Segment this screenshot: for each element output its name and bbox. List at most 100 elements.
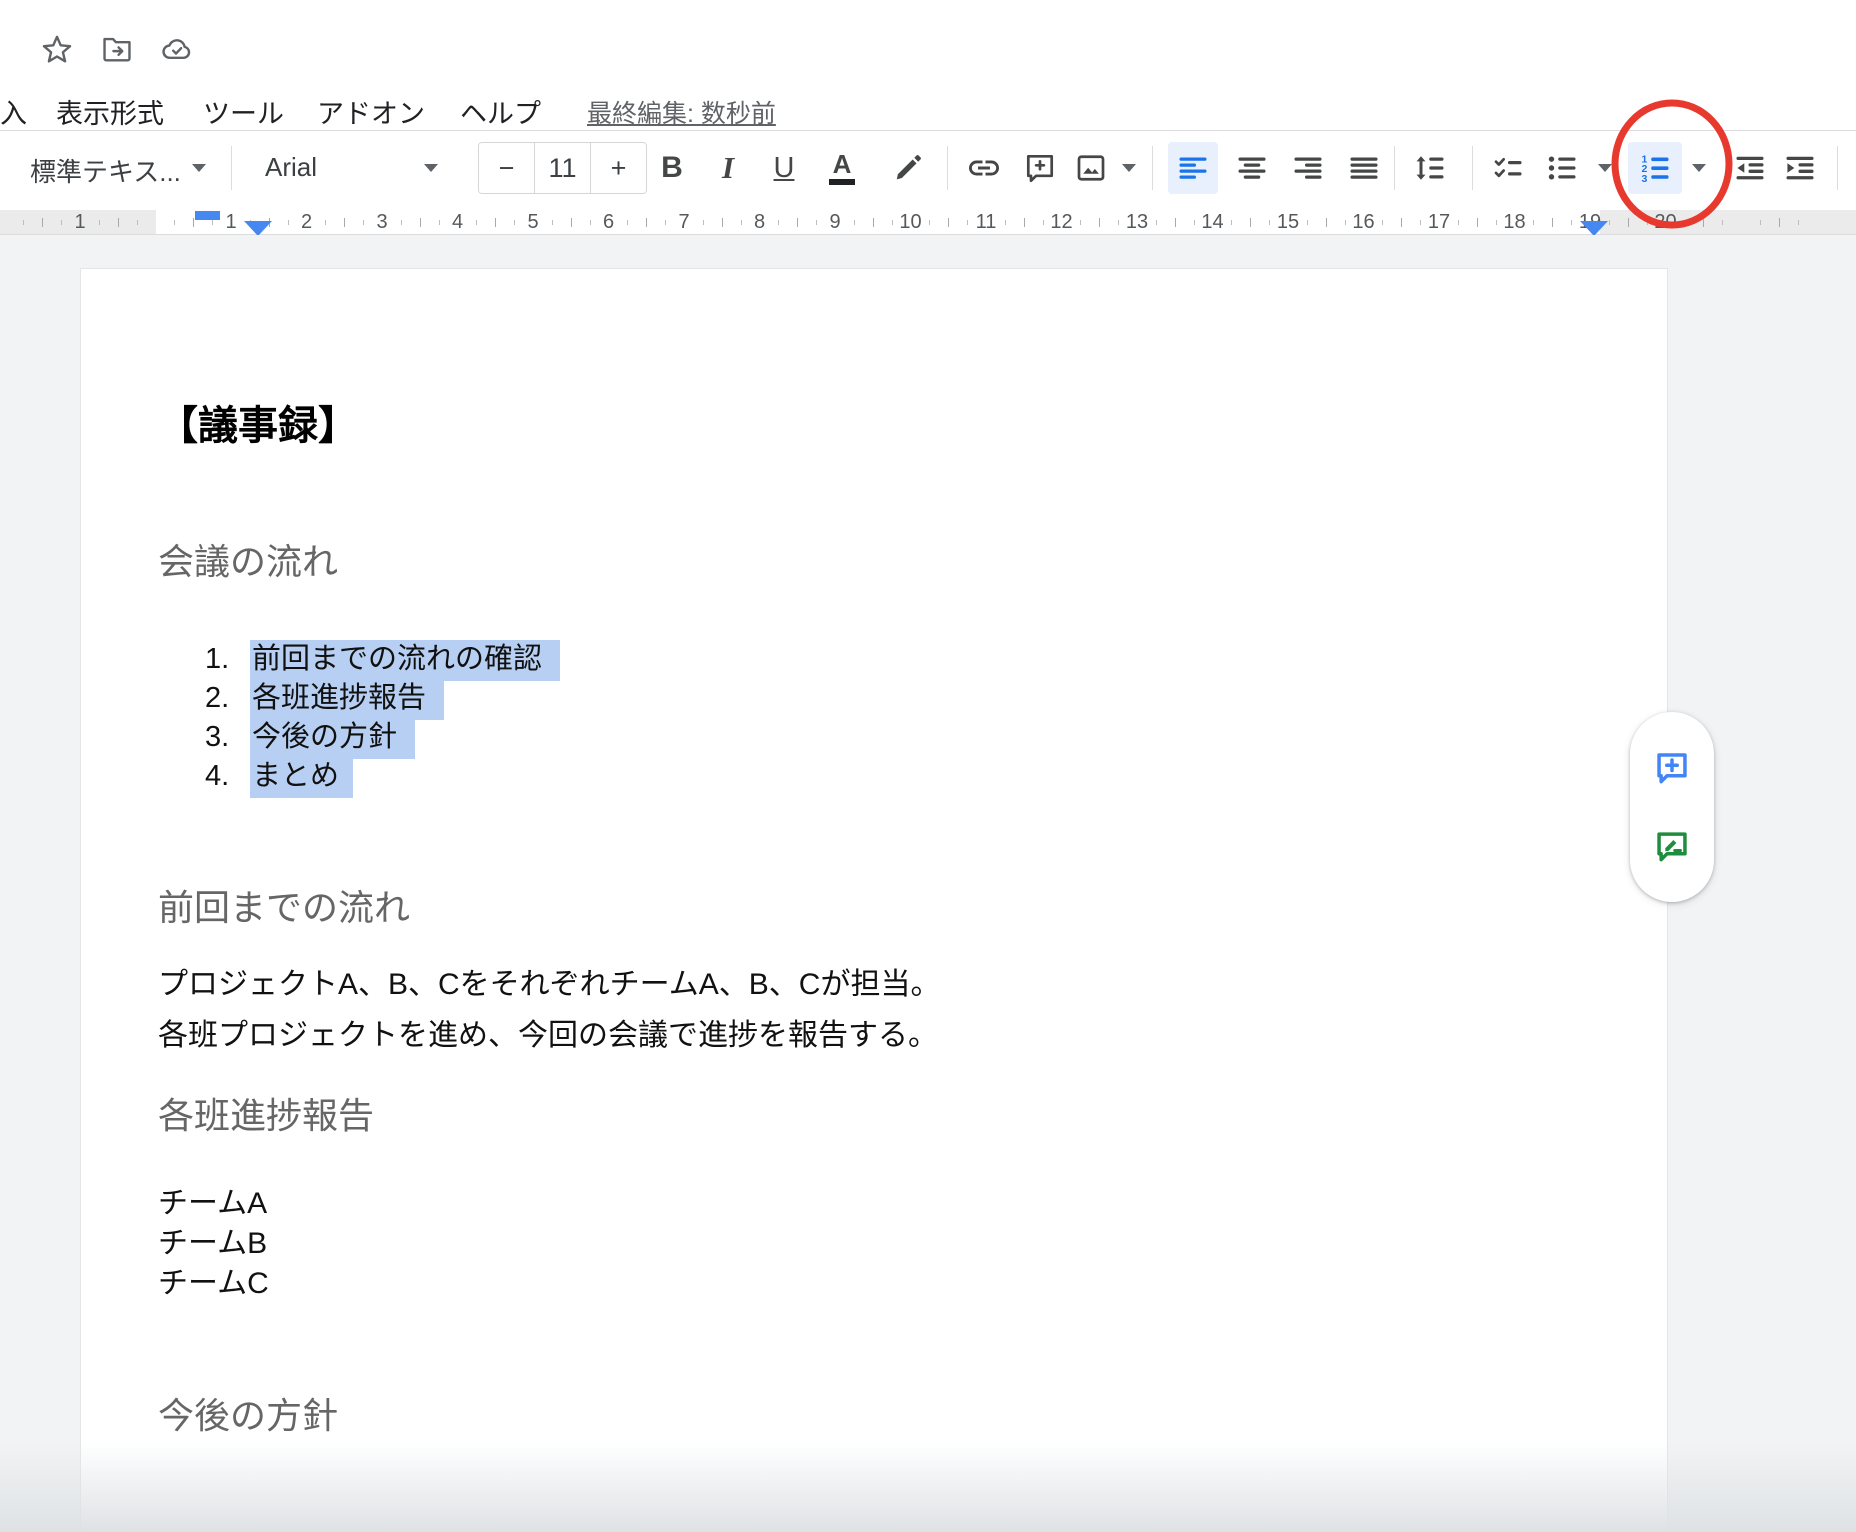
insert-image-button[interactable] [1066,142,1116,194]
underline-button[interactable]: U [759,142,809,194]
right-indent-marker[interactable] [1580,221,1608,236]
font-name-selector[interactable]: Arial [265,152,317,183]
menu-item-addons[interactable]: アドオン [317,92,425,131]
align-justify-button[interactable] [1339,142,1389,194]
google-docs-window: 入 表示形式 ツール アドオン ヘルプ 最終編集: 数秒前 標準テキス... A… [0,0,1856,1532]
heading-meeting-flow: 会議の流れ [158,542,338,582]
folder-move-icon[interactable] [100,32,134,66]
numbered-list-dropdown-icon[interactable] [1692,164,1706,172]
svg-text:3: 3 [1642,173,1648,185]
align-right-icon [1290,150,1326,186]
ruler-label: 20 [1652,210,1680,234]
ruler-label: 16 [1350,210,1378,234]
italic-button[interactable]: I [703,142,753,194]
suggest-edits-fab[interactable] [1650,824,1694,868]
list-item[interactable]: 4.まとめ [205,757,353,795]
font-size-control: − 11 + [478,142,647,194]
ruler-margin-label: 1 [66,210,94,234]
font-size-value[interactable]: 11 [534,143,590,193]
ruler-label: 9 [821,210,849,234]
align-justify-icon [1346,150,1382,186]
image-icon [1073,150,1109,186]
highlight-color-button[interactable] [883,142,933,194]
decrease-font-button[interactable]: − [479,143,534,193]
paragraph-line: プロジェクトA、B、CをそれぞれチームA、B、Cが担当。 [158,959,940,1010]
insert-link-button[interactable] [959,142,1009,194]
list-item[interactable]: 1.前回までの流れの確認 [205,640,560,678]
toolbar-divider [1152,146,1153,190]
text-color-icon: A [829,151,855,185]
ruler[interactable]: 1 1234567891011121314151617181920 [0,210,1856,235]
list-item[interactable]: 2.各班進捗報告 [205,679,444,717]
ruler-label: 18 [1501,210,1529,234]
toolbar-divider [1394,146,1395,190]
menu-item-insert-partial[interactable]: 入 [0,92,27,131]
list-item[interactable]: 3.今後の方針 [205,718,415,756]
align-center-icon [1234,150,1270,186]
team-line: チームA [158,1184,269,1224]
increase-indent-button[interactable] [1775,142,1825,194]
underline-icon: U [774,152,795,185]
list-number: 1. [205,640,250,678]
link-icon [966,150,1002,186]
decrease-indent-icon [1732,150,1768,186]
list-number: 2. [205,679,250,717]
team-line: チームC [158,1264,269,1304]
toolbar-divider [231,146,232,190]
line-spacing-button[interactable] [1405,142,1455,194]
toolbar-separator [0,130,1856,131]
left-indent-marker[interactable] [244,221,272,236]
toolbar-divider [1472,146,1473,190]
selected-text: まとめ [250,757,353,798]
line-spacing-icon [1412,150,1448,186]
decrease-indent-button[interactable] [1725,142,1775,194]
add-comment-fab[interactable] [1650,746,1694,790]
bold-button[interactable]: B [647,142,697,194]
style-dropdown-icon[interactable] [192,164,206,172]
document-title-text: 【議事録】 [158,402,358,450]
selected-text: 今後の方針 [250,718,415,759]
ruler-label: 3 [368,210,396,234]
ruler-label: 14 [1199,210,1227,234]
align-center-button[interactable] [1227,142,1277,194]
comment-add-icon [1022,150,1058,186]
ruler-label: 1 [217,210,245,234]
increase-font-button[interactable]: + [590,143,646,193]
align-left-button[interactable] [1168,142,1218,194]
increase-indent-icon [1782,150,1818,186]
menu-item-format[interactable]: 表示形式 [56,92,164,131]
comment-add-icon [1651,747,1693,789]
star-icon[interactable] [40,32,74,66]
bulleted-list-dropdown-icon[interactable] [1598,164,1612,172]
font-dropdown-icon[interactable] [424,164,438,172]
numbered-list-button[interactable]: 123 [1628,142,1682,194]
ruler-label: 7 [670,210,698,234]
heading-progress-report: 各班進捗報告 [158,1096,374,1136]
menu-item-tools[interactable]: ツール [203,92,284,131]
ruler-label: 11 [972,210,1000,234]
last-edited-link[interactable]: 最終編集: 数秒前 [587,94,776,130]
align-right-button[interactable] [1283,142,1333,194]
highlighter-icon [890,150,926,186]
team-list[interactable]: チームA チームB チームC [158,1184,269,1304]
suggest-edit-icon [1651,825,1693,867]
paragraph-style-selector[interactable]: 標準テキス... [30,152,181,189]
ruler-label: 15 [1274,210,1302,234]
ruler-label: 12 [1048,210,1076,234]
team-line: チームB [158,1224,269,1264]
toolbar-divider [947,146,948,190]
ruler-label: 8 [746,210,774,234]
bulleted-list-button[interactable] [1537,142,1587,194]
image-dropdown-icon[interactable] [1122,164,1136,172]
menu-item-help[interactable]: ヘルプ [460,92,541,131]
text-color-button[interactable]: A [817,142,867,194]
checklist-button[interactable] [1483,142,1533,194]
body-paragraph[interactable]: プロジェクトA、B、CをそれぞれチームA、B、Cが担当。 各班プロジェクトを進め… [158,959,940,1061]
cloud-check-icon[interactable] [160,32,194,66]
add-comment-button[interactable] [1015,142,1065,194]
ruler-label: 10 [897,210,925,234]
floating-action-pill [1630,712,1714,902]
ruler-label: 4 [444,210,472,234]
first-line-indent-marker[interactable] [195,211,220,220]
heading-previous-flow: 前回までの流れ [158,888,410,928]
